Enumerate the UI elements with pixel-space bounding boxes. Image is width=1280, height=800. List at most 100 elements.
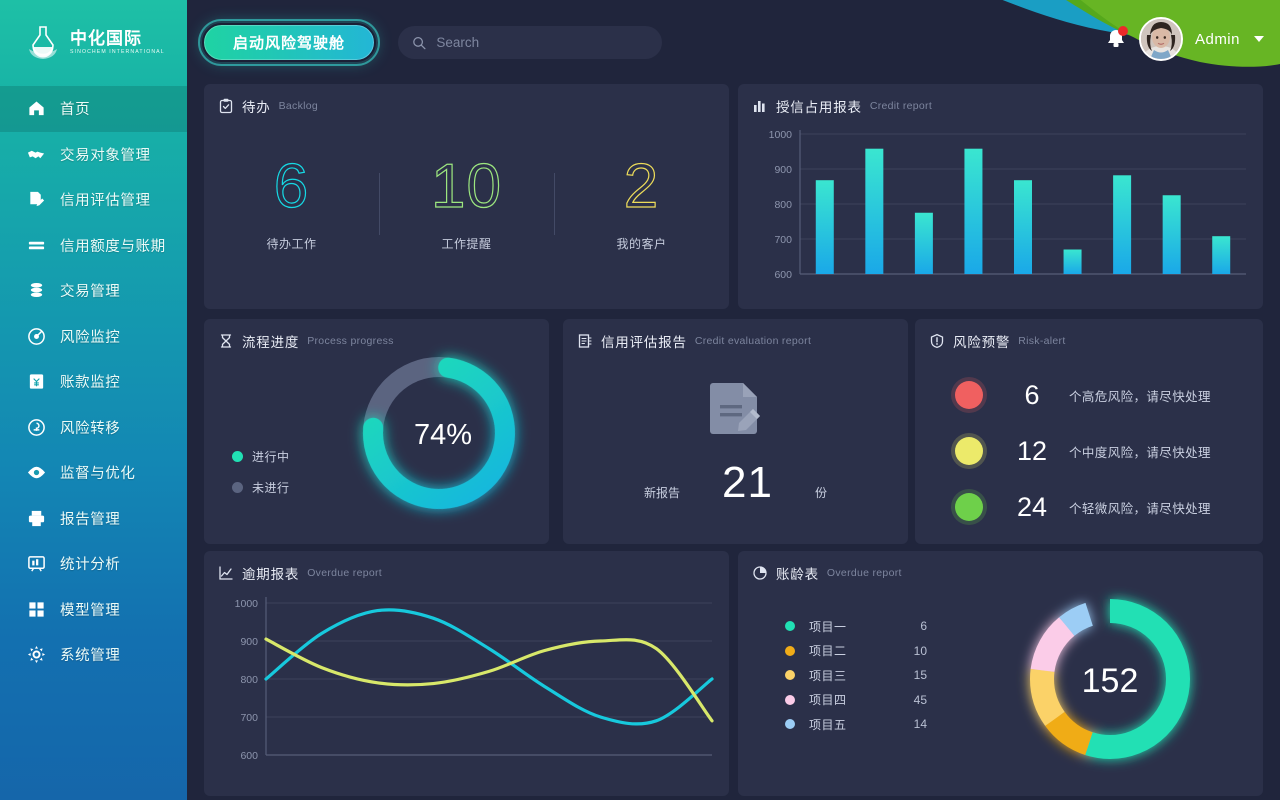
hourglass-icon <box>220 334 232 348</box>
sidebar-item-label: 首页 <box>60 102 91 119</box>
process-progress-donut: 74% <box>363 356 515 509</box>
risk-row-list: 6 个高危风险，请尽快处理 12 个中度风险，请尽快处理 24 个轻微风险，请尽快处理 <box>915 367 1263 535</box>
user-name[interactable]: Admin <box>1195 31 1240 48</box>
sidebar-item-12[interactable]: 系统管理 <box>0 632 187 678</box>
sidebar-item-label: 信用额度与账期 <box>60 238 166 255</box>
aging-legend-item-2[interactable]: 项目三 15 <box>785 663 927 688</box>
legend-dot <box>232 482 243 493</box>
eval-suffix-label: 份 <box>814 486 827 500</box>
home-icon <box>29 101 44 116</box>
eval-count-value: 21 <box>722 458 773 507</box>
card-overdue-report: 逾期报表 Overdue report 600 700 800 900 1000 <box>204 551 729 796</box>
legend-label: 未进行 <box>252 481 290 495</box>
search-input[interactable] <box>436 35 648 50</box>
grid-icon <box>29 602 44 617</box>
risk-row-0[interactable]: 6 个高危风险，请尽快处理 <box>915 367 1263 423</box>
sidebar-item-label: 系统管理 <box>60 648 121 665</box>
sidebar-item-4[interactable]: 交易管理 <box>0 268 187 314</box>
card-eval-title-cn: 信用评估报告 <box>601 335 687 350</box>
card-aging-title-en: Overdue report <box>826 567 902 579</box>
user-zone: Admin <box>1105 17 1264 61</box>
svg-text:700: 700 <box>774 234 792 246</box>
backlog-kpi-0[interactable]: 6 待办工作 <box>204 151 379 252</box>
process-legend-item-1[interactable]: 未进行 <box>232 479 290 496</box>
legend-dot <box>785 645 795 656</box>
backlog-kpi-label: 工作提醒 <box>441 236 492 251</box>
sidebar-item-label: 模型管理 <box>60 602 121 619</box>
process-legend: 进行中 未进行 <box>232 448 290 510</box>
svg-text:152: 152 <box>1082 662 1139 700</box>
pie-chart-icon <box>753 566 767 580</box>
process-legend-item-0[interactable]: 进行中 <box>232 448 290 465</box>
legend-dot <box>232 451 243 462</box>
card-credit-evaluation: 信用评估报告 Credit evaluation report 新报告 21 份 <box>563 319 908 544</box>
sidebar-item-0[interactable]: 首页 <box>0 86 187 132</box>
sidebar-item-8[interactable]: 监督与优化 <box>0 450 187 496</box>
backlog-kpi-value: 10 <box>430 151 502 221</box>
sidebar-item-label: 交易管理 <box>60 284 121 301</box>
sidebar-item-9[interactable]: 报告管理 <box>0 496 187 542</box>
sidebar-item-5[interactable]: 风险监控 <box>0 314 187 360</box>
svg-text:1000: 1000 <box>769 129 793 141</box>
card-backlog: 待办 Backlog 6 待办工作 10 工作提醒 2 我的客户 <box>204 84 729 309</box>
sidebar-item-10[interactable]: 统计分析 <box>0 541 187 587</box>
report-icon <box>578 334 592 348</box>
sidebar-item-2[interactable]: 信用评估管理 <box>0 177 187 223</box>
backlog-kpi-1[interactable]: 10 工作提醒 <box>379 151 554 252</box>
svg-text:1000: 1000 <box>235 598 259 610</box>
legend-label: 项目五 <box>809 717 847 732</box>
notifications-button[interactable] <box>1105 26 1128 51</box>
sidebar-item-11[interactable]: 模型管理 <box>0 587 187 633</box>
backlog-kpi-2[interactable]: 2 我的客户 <box>554 151 729 252</box>
target-icon <box>28 327 45 345</box>
card-backlog-header: 待办 Backlog <box>204 84 729 116</box>
card-risk-title-cn: 风险预警 <box>953 335 1011 350</box>
launch-button-label: 启动风险驾驶舱 <box>232 35 345 52</box>
backlog-kpi-value: 6 <box>273 151 310 221</box>
legend-value: 10 <box>913 643 927 658</box>
sidebar-item-7[interactable]: 风险转移 <box>0 405 187 451</box>
risk-row-2[interactable]: 24 个轻微风险，请尽快处理 <box>915 479 1263 535</box>
handshake-icon <box>27 150 45 159</box>
card-process-title-cn: 流程进度 <box>242 335 300 350</box>
sidebar-item-label: 信用评估管理 <box>60 193 151 210</box>
card-overdue-title-en: Overdue report <box>307 567 383 579</box>
legend-dot <box>785 621 795 632</box>
svg-text:800: 800 <box>774 199 792 211</box>
legend-value: 6 <box>920 619 927 634</box>
launch-risk-cockpit-button[interactable]: 启动风险驾驶舱 <box>198 19 380 66</box>
backlog-kpi-value: 2 <box>623 151 660 221</box>
risk-count: 6 <box>1024 379 1040 410</box>
risk-row-1[interactable]: 12 个中度风险，请尽快处理 <box>915 423 1263 479</box>
chevron-down-icon[interactable] <box>1254 36 1264 42</box>
sidebar-item-1[interactable]: 交易对象管理 <box>0 132 187 178</box>
bar-chart-icon <box>754 101 765 112</box>
eval-value-row: 新报告 21 份 <box>563 458 908 508</box>
chart-board-icon <box>28 556 45 572</box>
search-bar[interactable] <box>398 26 662 59</box>
flask-logo-icon <box>29 26 57 59</box>
aging-legend-item-4[interactable]: 项目五 14 <box>785 712 927 737</box>
legend-label: 项目四 <box>809 693 847 708</box>
risk-message: 个中度风险，请尽快处理 <box>1069 445 1211 460</box>
backlog-kpi-list: 6 待办工作 10 工作提醒 2 我的客户 <box>204 116 729 291</box>
aging-legend-item-3[interactable]: 项目四 45 <box>785 688 927 713</box>
dashboard-root: 中化国际 SINOCHEM INTERNATIONAL 首页交易对象管理信用评估… <box>0 0 1280 800</box>
legend-value: 15 <box>913 668 927 683</box>
backlog-kpi-label: 待办工作 <box>266 236 317 251</box>
legend-label: 项目一 <box>809 619 847 634</box>
sidebar-item-label: 风险监控 <box>60 329 121 346</box>
brand-logo[interactable]: 中化国际 SINOCHEM INTERNATIONAL <box>0 0 187 86</box>
avatar[interactable] <box>1138 17 1183 61</box>
eval-prefix-label: 新报告 <box>644 486 681 500</box>
legend-label: 进行中 <box>252 450 290 464</box>
card-overdue-header: 逾期报表 Overdue report <box>204 551 729 583</box>
sidebar-item-label: 统计分析 <box>60 557 121 574</box>
aging-legend-item-1[interactable]: 项目二 10 <box>785 639 927 664</box>
sidebar-item-3[interactable]: 信用额度与账期 <box>0 223 187 269</box>
card-risk-title-en: Risk-alert <box>1018 335 1066 347</box>
aging-legend-item-0[interactable]: 项目一 6 <box>785 614 927 639</box>
sidebar-item-label: 监督与优化 <box>60 466 136 483</box>
transfer-icon <box>28 418 45 436</box>
sidebar-item-6[interactable]: 账款监控 <box>0 359 187 405</box>
